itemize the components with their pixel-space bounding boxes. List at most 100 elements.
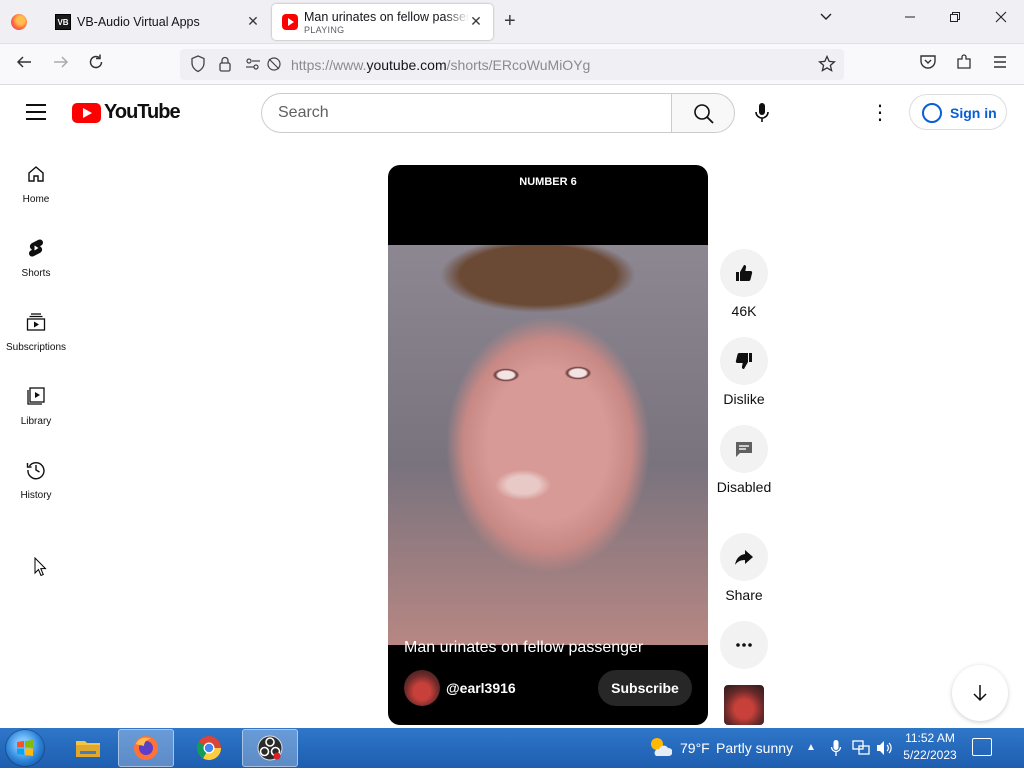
comment-icon — [736, 442, 752, 457]
like-button[interactable] — [720, 249, 768, 297]
mouse-cursor-icon — [34, 557, 47, 577]
sidebar-item-label: Shorts — [21, 268, 51, 279]
app-menu-icon[interactable] — [988, 53, 1012, 77]
video-overlay-caption: NUMBER 6 — [519, 176, 577, 188]
microphone-tray-icon[interactable] — [830, 728, 842, 768]
shorts-icon — [29, 239, 43, 257]
shorts-video-player[interactable]: NUMBER 6 Man urinates on fellow passenge… — [388, 165, 708, 725]
youtube-logo-icon[interactable] — [72, 103, 101, 123]
obs-icon — [257, 735, 283, 761]
network-icon[interactable] — [852, 728, 870, 768]
tab-vb-audio[interactable]: VB VB-Audio Virtual Apps ✕ — [45, 4, 270, 40]
tab-youtube-short[interactable]: Man urinates on fellow passenger PLAYING… — [272, 4, 493, 40]
windows-logo-icon — [17, 740, 33, 756]
volume-icon[interactable] — [876, 728, 894, 768]
sidebar-item-history[interactable]: History — [0, 460, 72, 524]
more-actions-button[interactable] — [720, 621, 768, 669]
start-button[interactable] — [6, 730, 44, 766]
youtube-icon — [282, 14, 298, 30]
thumbs-up-icon — [736, 265, 753, 281]
home-icon — [28, 166, 44, 182]
youtube-header: YouTube Search ⋮ Sign in — [0, 85, 1024, 141]
subscriptions-icon — [26, 313, 46, 331]
folder-icon — [76, 741, 100, 757]
reload-button[interactable] — [84, 53, 108, 77]
close-tab-icon[interactable]: ✕ — [467, 13, 485, 30]
sidebar-item-library[interactable]: Library — [0, 386, 72, 450]
dislike-button[interactable] — [720, 337, 768, 385]
minimize-button[interactable] — [898, 10, 922, 28]
search-button[interactable] — [671, 93, 735, 133]
youtube-logo-text[interactable]: YouTube — [104, 101, 181, 124]
voice-search-button[interactable] — [742, 93, 782, 133]
microphone-icon — [755, 103, 769, 122]
video-frame[interactable] — [388, 245, 708, 645]
chrome-icon — [196, 736, 221, 761]
sidebar-item-label: Home — [22, 194, 50, 205]
pocket-icon[interactable] — [916, 53, 940, 77]
share-icon — [735, 550, 753, 565]
guide-menu-icon[interactable] — [26, 104, 46, 120]
browser-tab-strip: VB VB-Audio Virtual Apps ✕ Man urinates … — [0, 0, 1024, 44]
action-center-icon[interactable] — [972, 738, 992, 756]
sign-in-label: Sign in — [950, 105, 997, 121]
back-button[interactable] — [12, 53, 36, 77]
tracking-protection-icon[interactable] — [190, 55, 206, 76]
list-all-tabs-icon[interactable] — [814, 10, 838, 29]
channel-avatar[interactable] — [404, 670, 440, 706]
sidebar-item-shorts[interactable]: Shorts — [0, 238, 72, 302]
video-title[interactable]: Man urinates on fellow passenger — [404, 639, 704, 657]
settings-more-icon[interactable]: ⋮ — [870, 99, 890, 127]
url-text: https://www.youtube.com/shorts/ERcoWuMiO… — [291, 57, 591, 73]
taskbar-clock[interactable]: 11:52 AM 5/22/2023 — [898, 730, 962, 764]
autoplay-blocked-icon[interactable] — [266, 55, 282, 76]
like-count: 46K — [731, 303, 757, 319]
tab-title: VB-Audio Virtual Apps — [77, 15, 200, 29]
sidebar-item-label: Library — [20, 416, 52, 427]
tab-playing-label: PLAYING — [304, 25, 345, 35]
vb-audio-icon: VB — [55, 14, 71, 30]
search-icon — [694, 104, 714, 124]
taskbar-obs[interactable] — [242, 729, 298, 767]
comments-button[interactable] — [720, 425, 768, 473]
bookmark-star-icon[interactable] — [818, 54, 836, 76]
sidebar-item-label: Subscriptions — [5, 342, 67, 353]
taskbar-firefox[interactable] — [118, 729, 174, 767]
weather-temperature: 79°F — [680, 740, 710, 756]
address-bar[interactable]: https://www.youtube.com/shorts/ERcoWuMiO… — [180, 49, 844, 80]
windows-taskbar: 79°F Partly sunny ▲ 11:52 AM 5/22/2023 — [0, 728, 1024, 768]
sidebar-item-subscriptions[interactable]: Subscriptions — [0, 312, 72, 376]
library-icon — [27, 387, 45, 405]
sound-thumbnail[interactable] — [724, 685, 764, 725]
permissions-icon[interactable] — [244, 55, 262, 76]
firefox-view-icon[interactable] — [11, 14, 27, 30]
new-tab-button[interactable]: + — [504, 10, 516, 33]
taskbar-chrome[interactable] — [181, 729, 237, 767]
extensions-icon[interactable] — [952, 53, 976, 77]
channel-name[interactable]: @earl3916 — [446, 680, 516, 696]
sign-in-button[interactable]: Sign in — [909, 94, 1007, 130]
close-window-button[interactable] — [989, 10, 1013, 28]
clock-date: 5/22/2023 — [903, 748, 957, 762]
show-hidden-icons-button[interactable]: ▲ — [806, 728, 816, 768]
close-tab-icon[interactable]: ✕ — [244, 13, 262, 30]
forward-button[interactable] — [49, 53, 73, 77]
dislike-label: Dislike — [723, 391, 765, 407]
lock-icon[interactable] — [218, 55, 232, 76]
share-button[interactable] — [720, 533, 768, 581]
weather-description: Partly sunny — [716, 740, 794, 756]
restore-button[interactable] — [943, 10, 967, 28]
comments-label: Disabled — [716, 479, 772, 495]
channel-row: @earl3916 Subscribe — [404, 670, 704, 706]
sidebar-item-label: History — [20, 490, 52, 501]
subscribe-button[interactable]: Subscribe — [598, 670, 692, 706]
partly-sunny-icon — [651, 738, 672, 756]
sidebar-item-home[interactable]: Home — [0, 164, 72, 228]
share-label: Share — [725, 587, 763, 603]
firefox-icon — [134, 736, 158, 760]
tab-title: Man urinates on fellow passenger — [304, 10, 469, 24]
next-short-button[interactable] — [952, 665, 1008, 721]
taskbar-file-explorer[interactable] — [60, 729, 116, 767]
more-horizontal-icon — [736, 643, 752, 647]
search-input[interactable]: Search — [261, 93, 671, 133]
